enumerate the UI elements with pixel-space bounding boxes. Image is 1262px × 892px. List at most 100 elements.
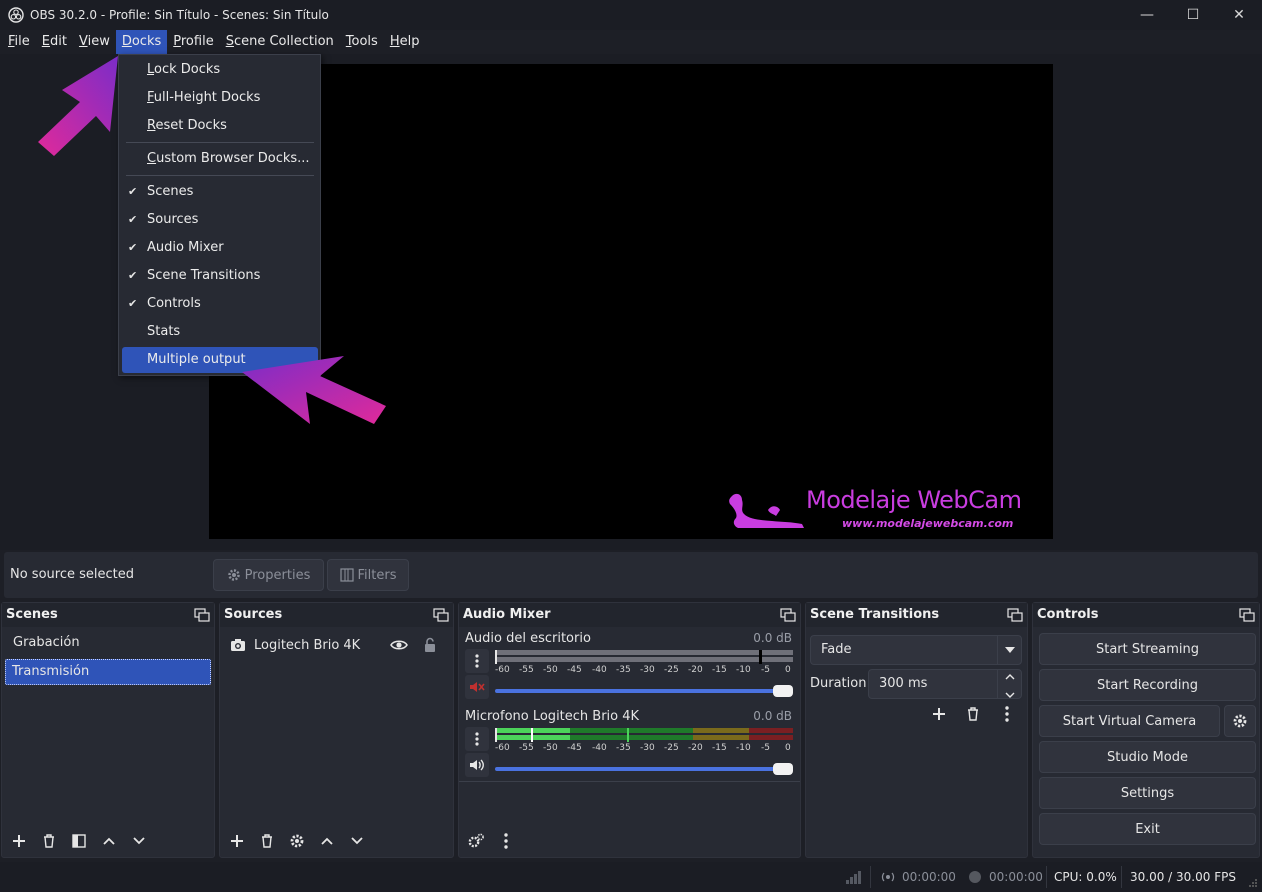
scenes-dock-header: Scenes	[2, 603, 214, 627]
menu-edit[interactable]: Edit	[36, 30, 73, 54]
chevron-down-icon	[997, 636, 1021, 664]
channel-name: Microfono Logitech Brio 4K	[465, 709, 640, 724]
controls-dock-header: Controls	[1033, 603, 1259, 627]
scenes-dock: Scenes Grabación Transmisión	[1, 602, 215, 858]
properties-bar: No source selected Properties Filters	[4, 552, 1258, 598]
maximize-icon: ☐	[1186, 7, 1200, 23]
scene-item-grabacion[interactable]: Grabación	[5, 629, 211, 657]
transitions-body: Fade Duration 300 ms	[806, 627, 1027, 857]
volume-slider[interactable]	[495, 763, 793, 775]
docks-dropdown-menu: Lock Docks Full-Height Docks Reset Docks…	[118, 54, 321, 376]
obs-logo-icon	[8, 7, 24, 23]
move-scene-down-button[interactable]	[126, 828, 152, 854]
status-bar: 00:00:00 00:00:00 CPU: 0.0% 30.00 / 30.0…	[0, 862, 1262, 892]
volume-meter	[495, 650, 793, 664]
menu-item-full-height-docks[interactable]: Full-Height Docks	[122, 85, 318, 111]
float-dock-icon[interactable]	[1239, 608, 1255, 622]
gear-icon	[227, 569, 240, 581]
float-dock-icon[interactable]	[194, 608, 210, 622]
checkmark-icon: ✔	[128, 269, 138, 282]
virtual-camera-settings-button[interactable]	[1224, 705, 1256, 737]
menu-item-sources[interactable]: ✔ Sources	[122, 207, 318, 233]
menu-view[interactable]: View	[73, 30, 116, 54]
menu-item-reset-docks[interactable]: Reset Docks	[122, 113, 318, 139]
move-scene-up-button[interactable]	[96, 828, 122, 854]
menu-item-scene-transitions[interactable]: ✔ Scene Transitions	[122, 263, 318, 289]
filters-button[interactable]: Filters	[327, 559, 409, 591]
float-dock-icon[interactable]	[780, 608, 796, 622]
exit-button[interactable]: Exit	[1039, 813, 1256, 845]
menu-file[interactable]: File	[2, 30, 36, 54]
menu-docks[interactable]: Docks	[115, 30, 168, 54]
menu-scene-collection[interactable]: Scene Collection	[220, 30, 340, 54]
remove-source-button[interactable]	[254, 828, 280, 854]
menu-item-lock-docks[interactable]: Lock Docks	[122, 57, 318, 83]
chevron-down-icon	[133, 837, 145, 845]
spin-up-icon[interactable]	[998, 670, 1022, 684]
float-dock-icon[interactable]	[1007, 608, 1023, 622]
add-transition-button[interactable]	[926, 701, 952, 727]
advanced-audio-button[interactable]	[463, 828, 489, 854]
close-button[interactable]: ✕	[1216, 0, 1262, 30]
speaker-muted-icon	[470, 682, 485, 692]
sources-toolbar	[220, 825, 453, 857]
remove-transition-button[interactable]	[960, 701, 986, 727]
cpu-usage: CPU: 0.0%	[1054, 870, 1117, 884]
no-source-label: No source selected	[10, 567, 134, 582]
menu-item-custom-browser-docks[interactable]: Custom Browser Docks...	[122, 146, 318, 172]
maximize-button[interactable]: ☐	[1170, 0, 1216, 30]
transition-select[interactable]: Fade	[810, 635, 1022, 665]
menu-item-audio-mixer[interactable]: ✔ Audio Mixer	[122, 235, 318, 261]
remove-scene-button[interactable]	[36, 828, 62, 854]
spin-down-icon[interactable]	[998, 688, 1022, 702]
scenes-toolbar	[2, 825, 214, 857]
duration-spinbox[interactable]: 300 ms	[868, 669, 1022, 699]
preview-canvas[interactable]	[209, 64, 1053, 539]
menu-tools[interactable]: Tools	[340, 30, 384, 54]
audio-mixer-dock-header: Audio Mixer	[459, 603, 800, 627]
source-properties-button[interactable]	[284, 828, 310, 854]
start-streaming-button[interactable]: Start Streaming	[1039, 633, 1256, 665]
menu-item-scenes[interactable]: ✔ Scenes	[122, 179, 318, 205]
checkmark-icon: ✔	[128, 297, 138, 310]
watermark-logo: Modelaje WebCam www.modelajewebcam.com	[728, 486, 1048, 534]
start-recording-button[interactable]: Start Recording	[1039, 669, 1256, 701]
studio-mode-button[interactable]: Studio Mode	[1039, 741, 1256, 773]
sources-dock-header: Sources	[220, 603, 453, 627]
transition-menu-button[interactable]	[994, 701, 1020, 727]
volume-slider[interactable]	[495, 685, 793, 697]
plus-icon	[13, 835, 25, 847]
channel-name: Audio del escritorio	[465, 631, 591, 646]
lock-icon[interactable]	[423, 637, 437, 653]
menu-help[interactable]: Help	[384, 30, 426, 54]
mute-button[interactable]	[465, 675, 489, 699]
float-dock-icon[interactable]	[433, 608, 449, 622]
start-virtual-camera-button[interactable]: Start Virtual Camera	[1039, 705, 1220, 737]
controls-dock: Controls Start Streaming Start Recording…	[1032, 602, 1260, 858]
menu-profile[interactable]: Profile	[167, 30, 219, 54]
scene-filters-button[interactable]	[66, 828, 92, 854]
add-scene-button[interactable]	[6, 828, 32, 854]
add-source-button[interactable]	[224, 828, 250, 854]
menu-item-stats[interactable]: Stats	[122, 319, 318, 345]
source-item-logitech[interactable]: Logitech Brio 4K	[224, 631, 449, 659]
mixer-menu-button[interactable]	[493, 828, 519, 854]
scene-item-transmision[interactable]: Transmisión	[5, 659, 211, 685]
move-source-down-button[interactable]	[344, 828, 370, 854]
settings-button[interactable]: Settings	[1039, 777, 1256, 809]
checkmark-icon: ✔	[128, 241, 138, 254]
channel-menu-button[interactable]	[465, 649, 489, 673]
move-source-up-button[interactable]	[314, 828, 340, 854]
gear-icon	[1233, 714, 1247, 728]
menu-item-controls[interactable]: ✔ Controls	[122, 291, 318, 317]
properties-button[interactable]: Properties	[213, 559, 324, 591]
mute-button[interactable]	[465, 753, 489, 777]
minimize-button[interactable]: —	[1124, 0, 1170, 30]
menu-item-multiple-output[interactable]: Multiple output	[122, 347, 318, 373]
eye-icon[interactable]	[390, 638, 408, 652]
channel-menu-button[interactable]	[465, 727, 489, 751]
resize-grip-icon[interactable]	[1248, 878, 1258, 888]
spin-buttons[interactable]	[997, 670, 1021, 698]
trash-icon	[968, 707, 978, 721]
watermark-url: www.modelajewebcam.com	[842, 517, 1014, 530]
